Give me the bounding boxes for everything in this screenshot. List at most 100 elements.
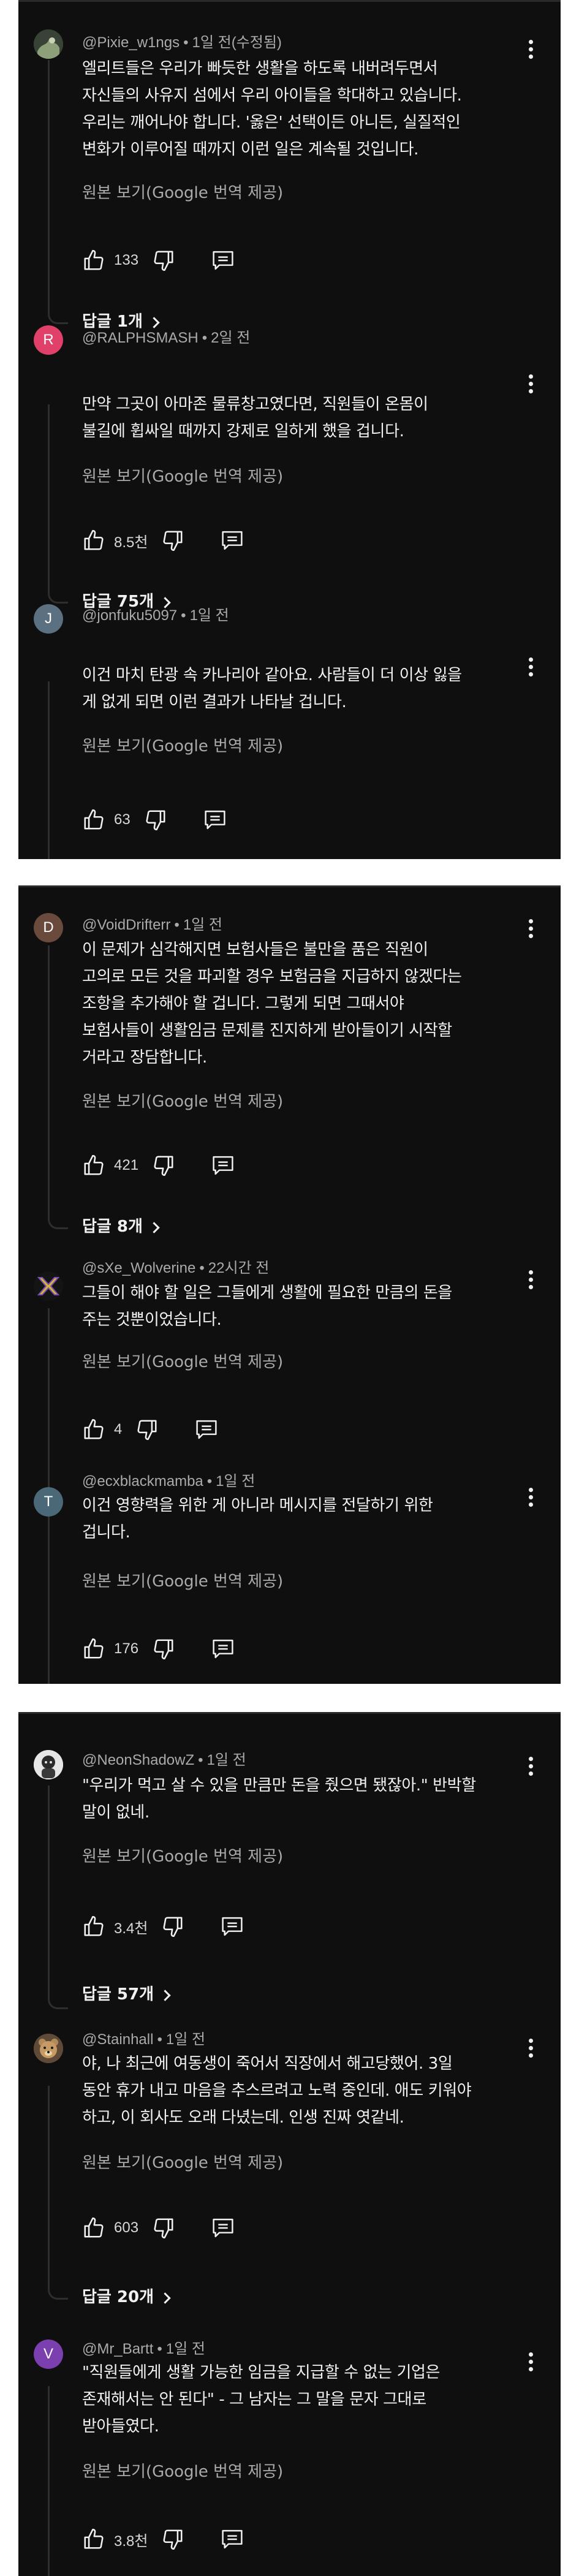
comment-handle[interactable]: @VoidDrifterr <box>82 917 170 933</box>
like-button[interactable]: 3.4천 <box>82 1915 148 1938</box>
dislike-button[interactable] <box>144 808 167 832</box>
translate-link[interactable]: 원본 보기(Google 번역 제공) <box>82 466 283 488</box>
thread-connector <box>48 1214 68 1229</box>
comment-meta: @Pixie_w1ngs • 1일 전(수정됨) <box>82 34 512 52</box>
reply-button[interactable] <box>220 1915 244 1938</box>
comment-handle[interactable]: @ecxblackmamba <box>82 1473 203 1490</box>
comment-actions: 421 <box>82 1153 235 1178</box>
comment-handle[interactable]: @jonfuku5097 <box>82 607 177 624</box>
reply-comment-icon <box>222 531 243 550</box>
translate-link[interactable]: 원본 보기(Google 번역 제공) <box>82 1570 283 1593</box>
thumbs-down-icon <box>163 2529 183 2550</box>
dislike-button[interactable] <box>135 1418 159 1441</box>
like-button[interactable]: 176 <box>82 1637 138 1661</box>
dislike-button[interactable] <box>152 1154 175 1177</box>
comment-meta: @Stainhall • 1일 전 <box>82 2031 512 2049</box>
like-button[interactable]: 133 <box>82 249 138 272</box>
thread-connector <box>48 1994 68 2009</box>
bear-avatar-icon[interactable] <box>34 2034 63 2063</box>
view-replies-button[interactable]: 답글 8개 <box>82 1214 160 1239</box>
view-replies-button[interactable]: 답글 20개 <box>82 2285 171 2309</box>
comment-handle[interactable]: @RALPHSMASH <box>82 330 199 346</box>
thread-line <box>48 681 50 859</box>
reply-comment-icon <box>222 1917 243 1936</box>
replies-count-label: 답글 57개 <box>82 1985 154 2004</box>
translate-link[interactable]: 원본 보기(Google 번역 제공) <box>82 182 283 204</box>
avatar[interactable]: D <box>34 913 63 942</box>
like-button[interactable]: 603 <box>82 2216 138 2240</box>
like-button[interactable]: 8.5천 <box>82 529 148 552</box>
translate-link[interactable]: 원본 보기(Google 번역 제공) <box>82 735 283 757</box>
comments-panel-3: @NeonShadowZ • 1일 전 "우리가 먹고 살 수 있을 만큼만 돈을 … <box>18 1712 561 2576</box>
comment-handle[interactable]: @NeonShadowZ <box>82 1752 194 1768</box>
like-button[interactable]: 3.8천 <box>82 2528 148 2551</box>
translate-link[interactable]: 원본 보기(Google 번역 제공) <box>82 1846 283 1868</box>
translate-link[interactable]: 원본 보기(Google 번역 제공) <box>82 1351 283 1373</box>
panel-top-divider <box>18 0 561 2</box>
thread-line <box>48 1786 50 1994</box>
avatar[interactable]: T <box>34 1487 63 1517</box>
translate-link[interactable]: 원본 보기(Google 번역 제공) <box>82 2152 283 2174</box>
thumbs-down-icon <box>146 810 165 831</box>
like-count: 421 <box>114 1157 139 1173</box>
dislike-button[interactable] <box>161 1915 184 1938</box>
reply-button[interactable] <box>211 249 235 272</box>
thread-line <box>48 945 50 1214</box>
comment-meta: @RALPHSMASH • 2일 전 <box>82 329 512 347</box>
reply-comment-icon <box>222 2529 243 2549</box>
reply-comment-icon <box>213 251 233 270</box>
reply-button[interactable] <box>211 1154 235 1177</box>
comment-time: 1일 전 <box>183 917 222 933</box>
like-button[interactable]: 63 <box>82 808 131 832</box>
thumbs-up-icon <box>84 249 104 270</box>
reply-button[interactable] <box>194 1418 219 1441</box>
comment-handle[interactable]: @Pixie_w1ngs <box>82 34 180 51</box>
thumbs-up-icon <box>84 2528 104 2549</box>
comment-actions: 8.5천 <box>82 528 244 553</box>
avatar[interactable]: J <box>34 604 63 634</box>
reply-button[interactable] <box>220 2528 244 2551</box>
thumbs-down-icon <box>154 2218 173 2239</box>
chevron-right-icon <box>159 1989 171 2001</box>
reply-comment-icon <box>196 1420 217 1439</box>
translate-link[interactable]: 원본 보기(Google 번역 제공) <box>82 1091 283 1113</box>
comment-actions: 176 <box>82 1637 235 1661</box>
meta-separator: • <box>183 34 189 51</box>
dislike-button[interactable] <box>161 2528 184 2551</box>
translate-link[interactable]: 원본 보기(Google 번역 제공) <box>82 2461 283 2483</box>
dislike-button[interactable] <box>152 1637 175 1661</box>
chevron-right-icon <box>148 1221 160 1233</box>
like-count: 3.4천 <box>114 1920 148 1937</box>
comment-actions: 3.4천 <box>82 1914 244 1939</box>
comment-handle[interactable]: @Mr_Bartt <box>82 2341 153 2357</box>
like-button[interactable]: 4 <box>82 1418 122 1441</box>
comment-text: 그들이 해야 할 일은 그들에게 생활에 필요한 만큼의 돈을 주는 것뿐이었습… <box>82 1284 452 1329</box>
pixie-avatar-icon[interactable] <box>34 29 63 59</box>
thumbs-down-icon <box>137 1420 157 1441</box>
comment-actions: 3.8천 <box>82 2527 244 2551</box>
reply-button[interactable] <box>203 808 227 832</box>
neon-character-avatar-icon[interactable] <box>34 1750 63 1779</box>
thumbs-up-icon <box>84 2217 104 2238</box>
thumbs-down-icon <box>163 531 183 551</box>
comment-actions: 133 <box>82 248 235 273</box>
thread-connector <box>48 588 68 604</box>
comment-time: 2일 전 <box>211 330 251 346</box>
sxe-x-logo-avatar-icon[interactable] <box>34 1271 63 1301</box>
reply-button[interactable] <box>220 529 244 552</box>
comment-text: 이건 영향력을 위한 게 아니라 메시지를 전달하기 위한 겁니다. <box>82 1496 433 1542</box>
comment-actions: 63 <box>82 808 227 832</box>
avatar[interactable]: R <box>34 325 63 355</box>
comment-handle[interactable]: @sXe_Wolverine <box>82 1260 195 1276</box>
reply-button[interactable] <box>211 1637 235 1661</box>
dislike-button[interactable] <box>161 529 184 552</box>
like-button[interactable]: 421 <box>82 1154 138 1177</box>
comment-handle[interactable]: @Stainhall <box>82 2031 153 2048</box>
thumbs-up-icon <box>84 529 104 550</box>
reply-button[interactable] <box>211 2216 235 2240</box>
avatar[interactable]: V <box>34 2339 63 2369</box>
dislike-button[interactable] <box>152 2216 175 2240</box>
dislike-button[interactable] <box>152 249 175 272</box>
like-count: 8.5천 <box>114 534 148 551</box>
view-replies-button[interactable]: 답글 57개 <box>82 1982 171 2007</box>
